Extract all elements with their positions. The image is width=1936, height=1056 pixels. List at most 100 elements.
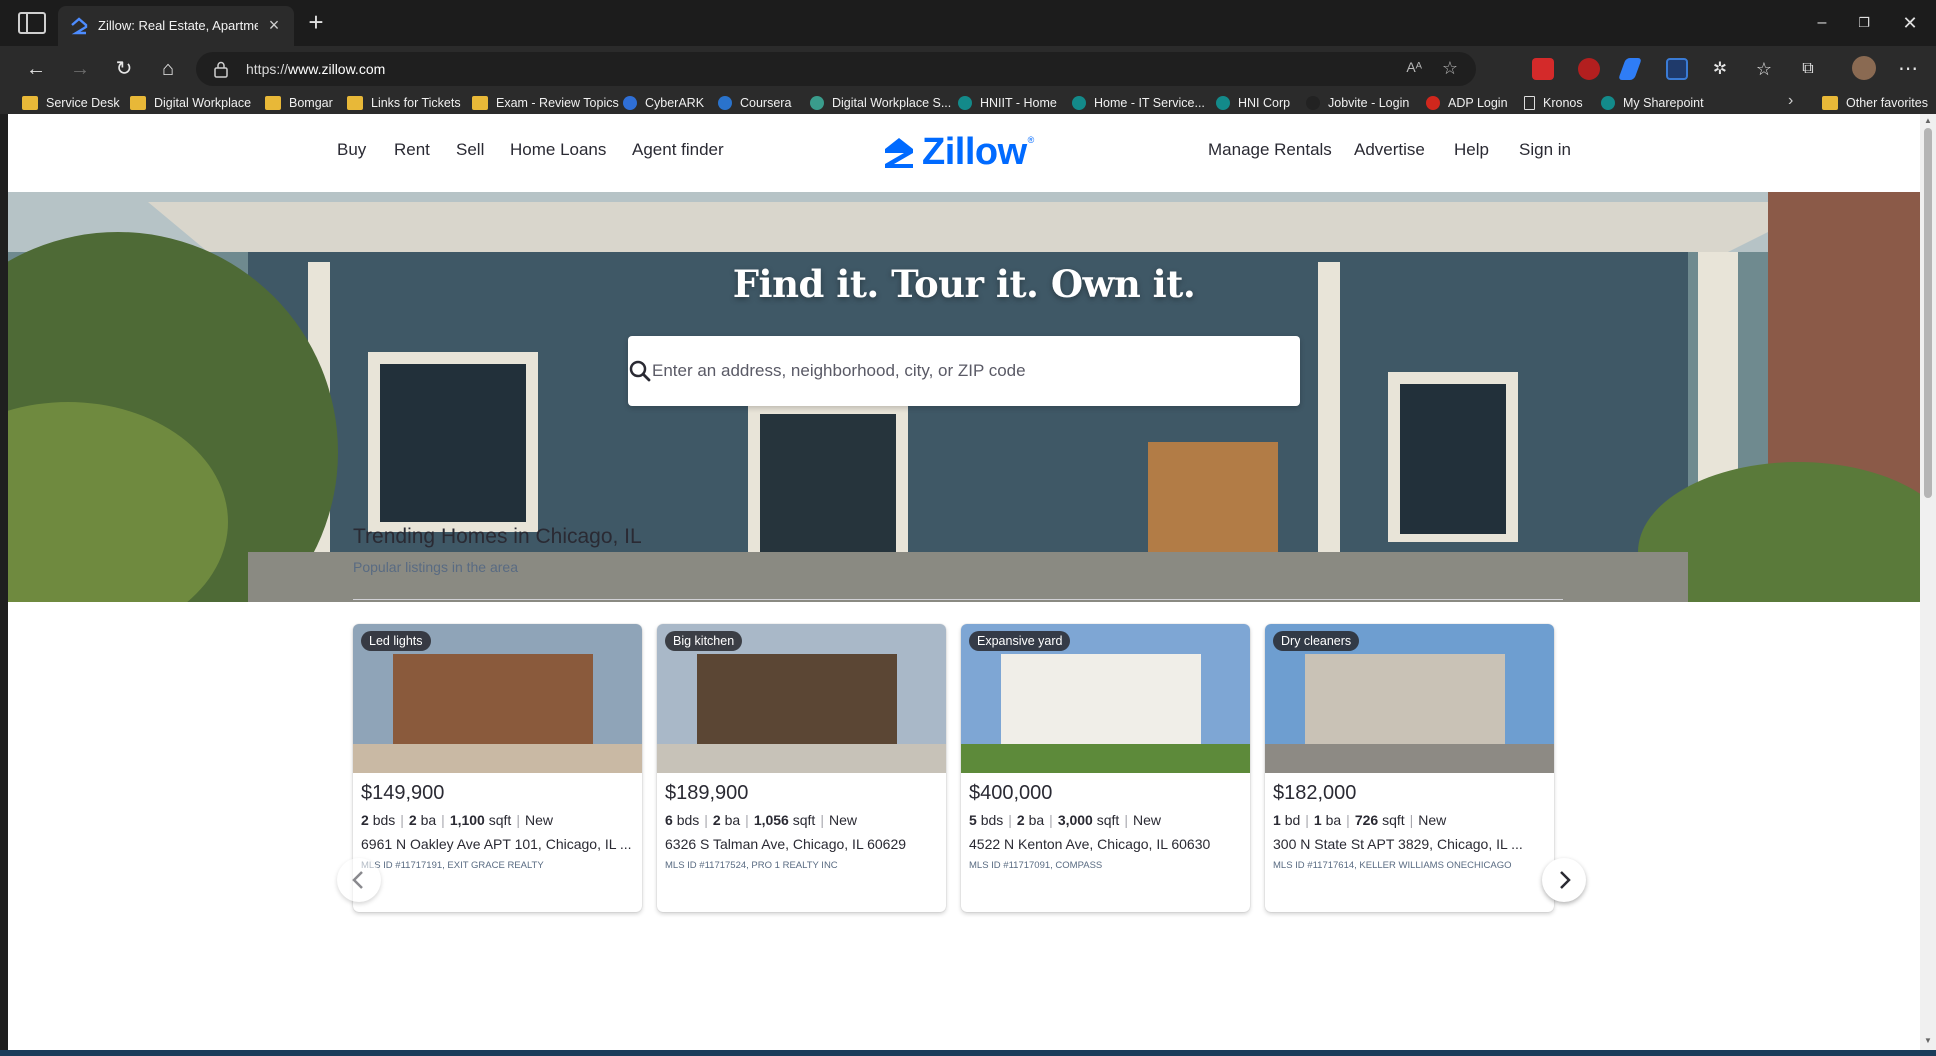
bookmark-item[interactable]: Digital Workplace S...: [810, 94, 951, 112]
extension-ui-icon[interactable]: [1666, 58, 1688, 80]
listing-baths-unit: ba: [1028, 812, 1045, 828]
new-tab-icon[interactable]: +: [304, 9, 328, 35]
minimize-icon[interactable]: –: [1802, 10, 1842, 36]
extension-red-icon[interactable]: [1532, 58, 1554, 80]
window-close-icon[interactable]: ✕: [1890, 10, 1930, 36]
bookmark-item[interactable]: ADP Login: [1426, 94, 1508, 112]
listing-price: $400,000: [969, 782, 1053, 804]
bookmark-item[interactable]: Bomgar: [265, 94, 333, 112]
listing-card[interactable]: Dry cleaners $182,000 1 bd | 1 ba | 726 sqft | N…: [1265, 624, 1554, 912]
listing-carousel: Led lights $149,900 2 bds | 2 ba | 1,100 sqft |…: [353, 624, 1573, 914]
nav-rent[interactable]: Rent: [394, 140, 430, 160]
listing-mls: MLS ID #11717091, COMPASS: [969, 860, 1103, 871]
listing-mls: MLS ID #11717191, EXIT GRACE REALTY: [361, 860, 544, 871]
more-menu-icon[interactable]: ⋯: [1894, 55, 1922, 83]
forward-icon[interactable]: →: [66, 55, 94, 83]
bookmark-item[interactable]: Service Desk: [22, 94, 120, 112]
listing-sqft: 1,100: [449, 812, 485, 828]
bookmark-item[interactable]: Home - IT Service...: [1072, 94, 1205, 112]
carousel-next-button[interactable]: [1542, 858, 1586, 902]
address-bar[interactable]: https://www.zillow.com Aᴬ ☆: [196, 52, 1476, 86]
refresh-icon[interactable]: ↻: [110, 55, 138, 83]
facts-separator: |: [1124, 812, 1128, 828]
page-scrollbar[interactable]: ▲ ▼: [1920, 114, 1936, 1050]
bookmark-label: Coursera: [740, 96, 792, 110]
add-favorite-icon[interactable]: ☆: [1442, 58, 1458, 79]
tab-actions-icon[interactable]: [18, 12, 46, 34]
bookmark-item[interactable]: Kronos: [1524, 94, 1583, 112]
trending-subtitle: Popular listings in the area: [353, 559, 518, 575]
folder-icon: [472, 96, 488, 110]
coursera-icon: [718, 96, 732, 110]
nav-home-loans[interactable]: Home Loans: [510, 140, 606, 160]
nav-buy[interactable]: Buy: [337, 140, 366, 160]
bookmark-item[interactable]: Coursera: [718, 94, 791, 112]
listing-mls: MLS ID #11717524, PRO 1 REALTY INC: [665, 860, 838, 871]
favorites-icon[interactable]: ☆: [1750, 55, 1778, 83]
listing-address[interactable]: 6961 N Oakley Ave APT 101, Chicago, IL .…: [361, 836, 633, 852]
bookmark-item[interactable]: CyberARK: [623, 94, 704, 112]
bookmark-item[interactable]: Jobvite - Login: [1306, 94, 1409, 112]
nav-sign-in[interactable]: Sign in: [1519, 140, 1571, 160]
listing-sqft-unit: sqft: [1096, 812, 1120, 828]
site-icon: [810, 96, 824, 110]
back-icon[interactable]: ←: [22, 55, 50, 83]
scroll-down-icon[interactable]: ▼: [1923, 1036, 1933, 1046]
bookmark-item[interactable]: Exam - Review Topics: [472, 94, 619, 112]
sharepoint-icon: [1072, 96, 1086, 110]
home-icon[interactable]: ⌂: [154, 55, 182, 83]
listing-facts: 6 bds | 2 ba | 1,056 sqft | New: [665, 812, 857, 828]
chevron-left-icon: [352, 871, 363, 889]
read-aloud-icon[interactable]: Aᴬ: [1406, 59, 1422, 75]
nav-manage-rentals[interactable]: Manage Rentals: [1208, 140, 1332, 160]
folder-icon: [22, 96, 38, 110]
listing-baths: 2: [408, 812, 417, 828]
profile-avatar[interactable]: [1852, 56, 1876, 80]
site-header: Buy Rent Sell Home Loans Agent finder Zi…: [8, 114, 1920, 192]
nav-advertise[interactable]: Advertise: [1354, 140, 1425, 160]
browser-tab-active[interactable]: Zillow: Real Estate, Apartments, M ×: [58, 6, 294, 46]
bookmark-item[interactable]: Links for Tickets: [347, 94, 461, 112]
bookmark-item[interactable]: HNI Corp: [1216, 94, 1290, 112]
listing-address[interactable]: 300 N State St APT 3829, Chicago, IL ...: [1273, 836, 1545, 852]
tab-close-icon[interactable]: ×: [264, 15, 284, 35]
bookmark-label: Links for Tickets: [371, 96, 461, 110]
listing-card[interactable]: Expansive yard $400,000 5 bds | 2 ba | 3,000 s…: [961, 624, 1250, 912]
scroll-up-icon[interactable]: ▲: [1923, 116, 1933, 126]
collections-icon[interactable]: ⧉: [1794, 55, 1822, 83]
restore-icon[interactable]: ❐: [1844, 10, 1884, 36]
listing-card[interactable]: Big kitchen $189,900 6 bds | 2 ba | 1,056 sqft…: [657, 624, 946, 912]
listing-address[interactable]: 4522 N Kenton Ave, Chicago, IL 60630: [969, 836, 1241, 852]
page-icon: [1524, 96, 1535, 110]
bookmark-label: Bomgar: [289, 96, 333, 110]
nav-help[interactable]: Help: [1454, 140, 1489, 160]
listing-baths: 2: [1016, 812, 1025, 828]
listing-card[interactable]: Led lights $149,900 2 bds | 2 ba | 1,100 sqft |…: [353, 624, 642, 912]
extension-blue-icon[interactable]: [1617, 58, 1643, 80]
search-input[interactable]: [628, 336, 1228, 406]
bookmark-label: ADP Login: [1448, 96, 1508, 110]
bookmark-label: Digital Workplace: [154, 96, 252, 110]
zillow-favicon-icon: [71, 17, 88, 35]
listing-facts: 2 bds | 2 ba | 1,100 sqft | New: [361, 812, 553, 828]
nav-sell[interactable]: Sell: [456, 140, 484, 160]
sharepoint-icon: [1216, 96, 1230, 110]
scrollbar-thumb[interactable]: [1924, 128, 1932, 498]
extension-badge-icon[interactable]: [1578, 58, 1600, 80]
other-favorites[interactable]: Other favorites: [1822, 94, 1928, 112]
bookmark-item[interactable]: Digital Workplace: [130, 94, 251, 112]
nav-agent-finder[interactable]: Agent finder: [632, 140, 724, 160]
search-icon[interactable]: [628, 359, 652, 383]
hero-headline: Find it. Tour it. Own it.: [732, 262, 1196, 306]
extensions-icon[interactable]: ✲: [1706, 55, 1734, 83]
trending-title: Trending Homes in Chicago, IL: [353, 525, 642, 548]
zillow-logo[interactable]: Zillow ®: [882, 131, 1034, 173]
listing-tag: Dry cleaners: [1273, 631, 1360, 651]
lock-icon[interactable]: [212, 60, 230, 78]
bookmark-item[interactable]: My Sharepoint: [1601, 94, 1704, 112]
bookmarks-overflow-icon[interactable]: ›: [1788, 92, 1793, 110]
carousel-prev-button[interactable]: [337, 858, 381, 902]
listing-tag: Expansive yard: [969, 631, 1071, 651]
bookmark-item[interactable]: HNIIT - Home: [958, 94, 1057, 112]
listing-address[interactable]: 6326 S Talman Ave, Chicago, IL 60629: [665, 836, 937, 852]
